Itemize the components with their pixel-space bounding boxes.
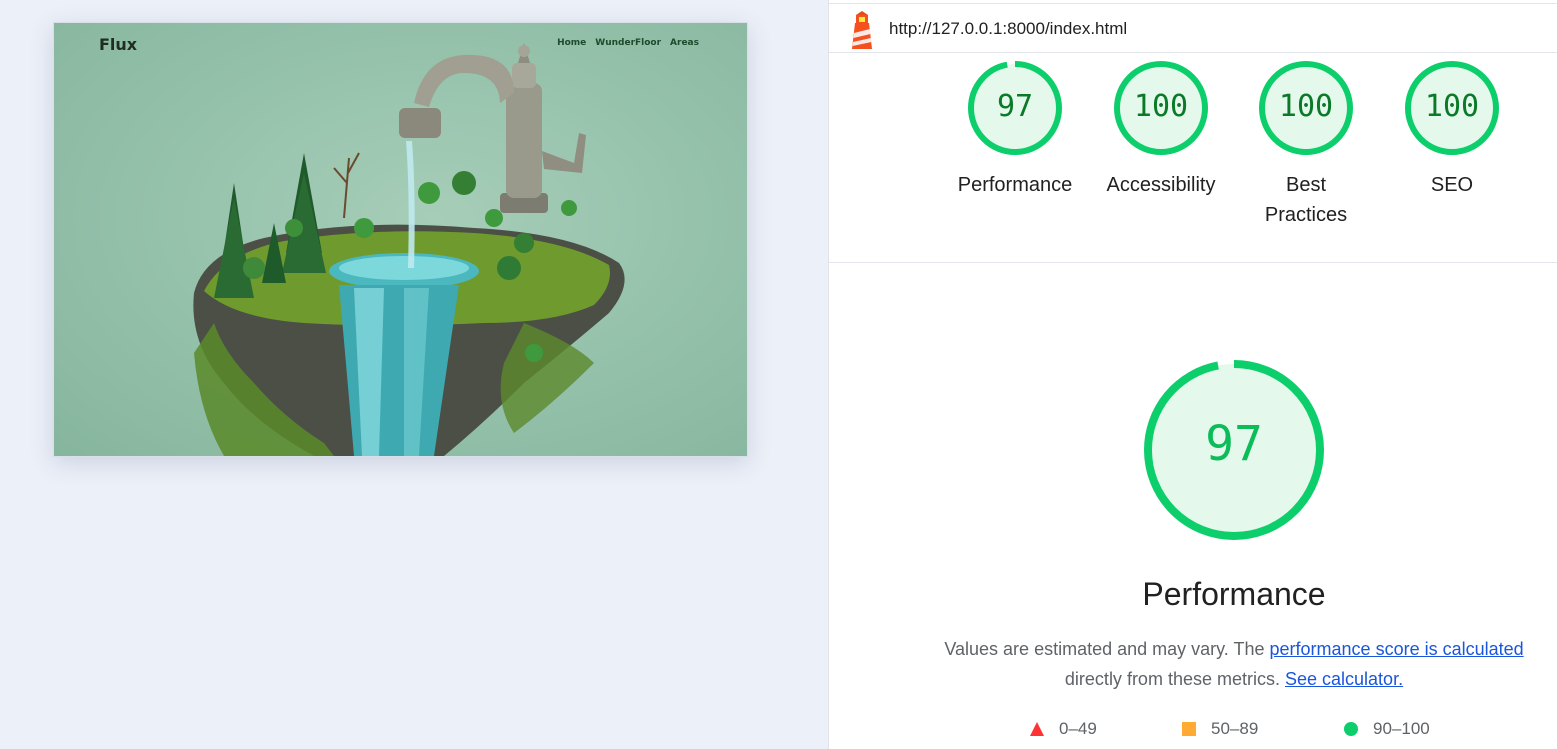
- legend-fail: 0–49: [1029, 719, 1097, 739]
- description-text-2: directly from these metrics.: [1064, 669, 1280, 689]
- gauge-score: 100: [1278, 89, 1334, 124]
- main-gauge-score: 97: [1205, 416, 1263, 472]
- triangle-icon: [1030, 722, 1044, 736]
- legend-range: 0–49: [1059, 719, 1097, 738]
- page-preview-panel: Flux Home WunderFloor Areas: [0, 0, 828, 749]
- hero-illustration: [193, 43, 625, 456]
- nav-link-wunderfloor[interactable]: WunderFloor: [595, 38, 661, 48]
- nav-link-home[interactable]: Home: [557, 38, 586, 48]
- gauge-label: Performance: [957, 174, 1073, 196]
- legend-pass: 90–100: [1343, 719, 1430, 739]
- performance-description: Values are estimated and may vary. The p…: [939, 634, 1529, 694]
- score-calculation-link[interactable]: performance score is calculated: [1270, 639, 1524, 659]
- site-logo[interactable]: Flux: [99, 35, 137, 54]
- description-text: Values are estimated and may vary. The: [944, 639, 1270, 659]
- gauge-seo[interactable]: 100 SEO: [1387, 60, 1517, 200]
- performance-main-gauge: 97: [1142, 358, 1326, 542]
- see-calculator-link[interactable]: See calculator.: [1285, 669, 1403, 689]
- gauge-label: SEO: [1430, 174, 1474, 196]
- site-nav: Home WunderFloor Areas: [557, 38, 699, 48]
- gauge-best-practices[interactable]: 100 Best Practices: [1241, 60, 1371, 230]
- gauge-score: 100: [1133, 89, 1189, 124]
- circle-icon: [1344, 722, 1358, 736]
- gauge-accessibility[interactable]: 100 Accessibility: [1096, 60, 1226, 200]
- legend-average: 50–89: [1181, 719, 1258, 739]
- legend-range: 50–89: [1211, 719, 1259, 738]
- square-icon: [1182, 722, 1196, 736]
- performance-heading: Performance: [1142, 576, 1326, 612]
- gauge-label: Best Practices: [1264, 174, 1348, 226]
- gauge-score: 100: [1424, 89, 1480, 124]
- lighthouse-report: http://127.0.0.1:8000/index.html 97 Perf…: [828, 0, 1557, 749]
- legend-range: 90–100: [1373, 719, 1430, 738]
- report-url-bar: http://127.0.0.1:8000/index.html: [829, 3, 1557, 53]
- score-legend: 0–49 50–89 90–100: [829, 719, 1557, 745]
- gauge-score: 97: [996, 89, 1034, 124]
- gauge-label: Accessibility: [1106, 174, 1216, 196]
- site-preview: Flux Home WunderFloor Areas: [53, 22, 748, 457]
- nav-link-areas[interactable]: Areas: [670, 38, 699, 48]
- lighthouse-icon: [852, 11, 872, 49]
- score-gauges: 97 Performance 100 Accessibility 100 Bes…: [829, 52, 1557, 263]
- gauge-performance[interactable]: 97 Performance: [950, 60, 1080, 200]
- report-url[interactable]: http://127.0.0.1:8000/index.html: [889, 19, 1127, 39]
